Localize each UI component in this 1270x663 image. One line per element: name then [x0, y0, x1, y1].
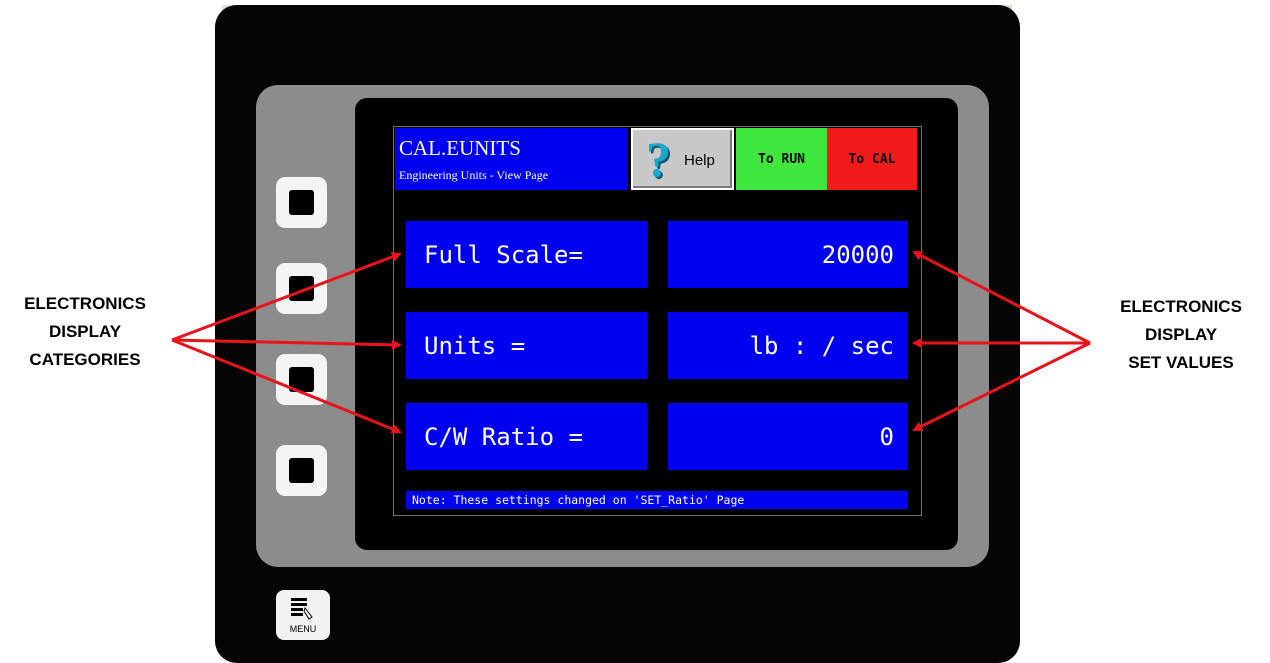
- arrow-to-full-scale-value: [912, 250, 1091, 345]
- arrow-to-cw-ratio-value: [912, 341, 1091, 432]
- annotation-arrows: [171, 250, 1091, 434]
- arrow-to-units-label: [171, 338, 402, 350]
- arrow-to-full-scale-label: [171, 252, 402, 342]
- arrow-to-cw-ratio-label: [171, 338, 402, 434]
